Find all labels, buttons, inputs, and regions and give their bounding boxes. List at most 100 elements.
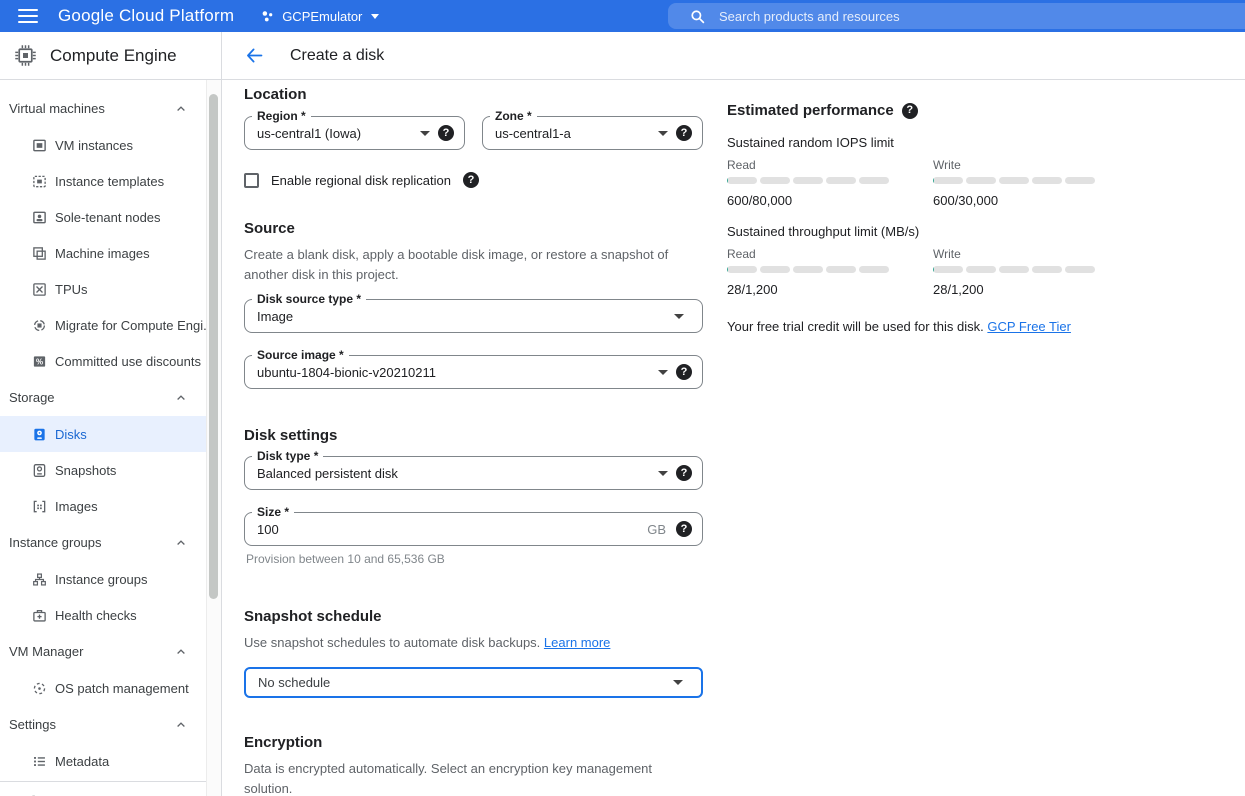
project-name: GCPEmulator <box>282 9 362 24</box>
zone-value: us-central1-a <box>495 126 652 141</box>
sidebar-item-os-patch-management[interactable]: OS patch management <box>0 670 221 706</box>
search-icon <box>690 9 705 24</box>
sidebar-scrollbar-track[interactable] <box>206 80 221 796</box>
chevron-up-icon <box>175 719 187 731</box>
menu-icon[interactable] <box>18 9 38 23</box>
throughput-write-bar <box>933 266 1095 273</box>
back-arrow-icon[interactable] <box>244 45 265 66</box>
sidebar-item-marketplace[interactable]: Marketplace <box>0 781 221 796</box>
chevron-up-icon <box>175 646 187 658</box>
gcp-logo-title: Google Cloud Platform <box>58 6 234 26</box>
location-heading: Location <box>244 86 703 103</box>
create-disk-form: Location Region * us-central1 (Iowa) ? Z… <box>222 80 1245 796</box>
iops-write-bar <box>933 177 1095 184</box>
sidebar-item-metadata[interactable]: Metadata <box>0 743 221 779</box>
compute-engine-icon <box>14 44 37 67</box>
source-heading: Source <box>244 220 703 237</box>
product-switcher[interactable]: Compute Engine <box>0 32 222 79</box>
performance-heading: Estimated performance <box>727 102 894 119</box>
chevron-up-icon <box>175 103 187 115</box>
instance-groups-icon <box>31 571 47 587</box>
help-icon[interactable]: ? <box>676 465 692 481</box>
sidebar-section-instance-groups[interactable]: Instance groups <box>0 524 221 561</box>
search-bar[interactable] <box>668 3 1245 29</box>
region-select[interactable]: Region * us-central1 (Iowa) ? <box>244 116 465 150</box>
top-app-bar: Google Cloud Platform GCPEmulator <box>0 0 1245 32</box>
zone-select[interactable]: Zone * us-central1-a ? <box>482 116 703 150</box>
encryption-heading: Encryption <box>244 734 703 751</box>
sidebar-section-vm-manager[interactable]: VM Manager <box>0 633 221 670</box>
help-icon[interactable]: ? <box>676 125 692 141</box>
sidebar-item-images[interactable]: Images <box>0 488 221 524</box>
zone-label: Zone * <box>490 109 537 124</box>
sole-tenant-nodes-icon <box>31 209 47 225</box>
disk-type-select[interactable]: Disk type * Balanced persistent disk ? <box>244 456 703 490</box>
sidebar-item-instance-groups[interactable]: Instance groups <box>0 561 221 597</box>
help-icon[interactable]: ? <box>438 125 454 141</box>
machine-images-icon <box>31 245 47 261</box>
sidebar-section-settings[interactable]: Settings <box>0 706 221 743</box>
iops-read-value: 600/80,000 <box>727 193 889 208</box>
regional-replication-checkbox[interactable] <box>244 173 259 188</box>
sidebar-item-machine-images[interactable]: Machine images <box>0 235 221 271</box>
svg-text:%: % <box>35 357 42 366</box>
disk-source-type-select[interactable]: Disk source type * Image <box>244 299 703 333</box>
encryption-description: Data is encrypted automatically. Select … <box>244 759 703 796</box>
iops-title: Sustained random IOPS limit <box>727 135 1122 150</box>
size-unit: GB <box>647 522 666 537</box>
region-label: Region * <box>252 109 311 124</box>
product-name: Compute Engine <box>50 46 177 66</box>
sidebar-scrollbar-thumb[interactable] <box>209 94 218 599</box>
sidebar-item-snapshots[interactable]: Snapshots <box>0 452 221 488</box>
page-title: Create a disk <box>290 47 384 65</box>
sidebar-section-virtual-machines[interactable]: Virtual machines <box>0 90 221 127</box>
sidebar: Virtual machines VM instances Instance t… <box>0 80 222 796</box>
sidebar-item-disks[interactable]: Disks <box>0 416 221 452</box>
free-tier-note: Your free trial credit will be used for … <box>727 319 1122 334</box>
sidebar-item-committed-use-discounts[interactable]: % Committed use discounts <box>0 343 221 379</box>
regional-replication-label: Enable regional disk replication <box>271 173 451 188</box>
dropdown-caret-icon <box>658 471 668 476</box>
sidebar-item-vm-instances[interactable]: VM instances <box>0 127 221 163</box>
sidebar-item-tpus[interactable]: TPUs <box>0 271 221 307</box>
throughput-write-value: 28/1,200 <box>933 282 1095 297</box>
project-icon <box>260 9 275 24</box>
chevron-up-icon <box>175 537 187 549</box>
dropdown-caret-icon <box>658 370 668 375</box>
sidebar-section-storage[interactable]: Storage <box>0 379 221 416</box>
help-icon[interactable]: ? <box>676 364 692 380</box>
metadata-icon <box>31 753 47 769</box>
disks-icon <box>31 426 47 442</box>
dropdown-caret-icon <box>674 314 684 319</box>
sidebar-item-migrate-for-compute-engine[interactable]: Migrate for Compute Engi... <box>0 307 221 343</box>
estimated-performance-panel: Estimated performance ? Sustained random… <box>727 102 1122 334</box>
region-value: us-central1 (Iowa) <box>257 126 414 141</box>
snapshot-schedule-description: Use snapshot schedules to automate disk … <box>244 633 703 653</box>
os-patch-management-icon <box>31 680 47 696</box>
source-image-select[interactable]: Source image * ubuntu-1804-bionic-v20210… <box>244 355 703 389</box>
sidebar-item-health-checks[interactable]: Health checks <box>0 597 221 633</box>
dropdown-caret-icon <box>673 680 683 685</box>
chevron-down-icon <box>371 14 379 19</box>
gcp-free-tier-link[interactable]: GCP Free Tier <box>987 319 1071 334</box>
size-input[interactable]: Size * 100 GB ? <box>244 512 703 546</box>
sidebar-item-sole-tenant-nodes[interactable]: Sole-tenant nodes <box>0 199 221 235</box>
tpus-icon <box>31 281 47 297</box>
source-description: Create a blank disk, apply a bootable di… <box>244 245 703 285</box>
search-input[interactable] <box>719 9 1139 24</box>
snapshot-schedule-heading: Snapshot schedule <box>244 608 703 625</box>
snapshot-schedule-select[interactable]: No schedule <box>244 667 703 698</box>
sidebar-item-instance-templates[interactable]: Instance templates <box>0 163 221 199</box>
help-icon[interactable]: ? <box>463 172 479 188</box>
size-helper-text: Provision between 10 and 65,536 GB <box>244 552 703 566</box>
learn-more-link[interactable]: Learn more <box>544 635 610 650</box>
project-selector[interactable]: GCPEmulator <box>260 9 379 24</box>
iops-read-bar <box>727 177 889 184</box>
product-header: Compute Engine Create a disk <box>0 32 1245 80</box>
chevron-up-icon <box>175 392 187 404</box>
help-icon[interactable]: ? <box>676 521 692 537</box>
dropdown-caret-icon <box>420 131 430 136</box>
iops-write-value: 600/30,000 <box>933 193 1095 208</box>
throughput-read-bar <box>727 266 889 273</box>
help-icon[interactable]: ? <box>902 103 918 119</box>
